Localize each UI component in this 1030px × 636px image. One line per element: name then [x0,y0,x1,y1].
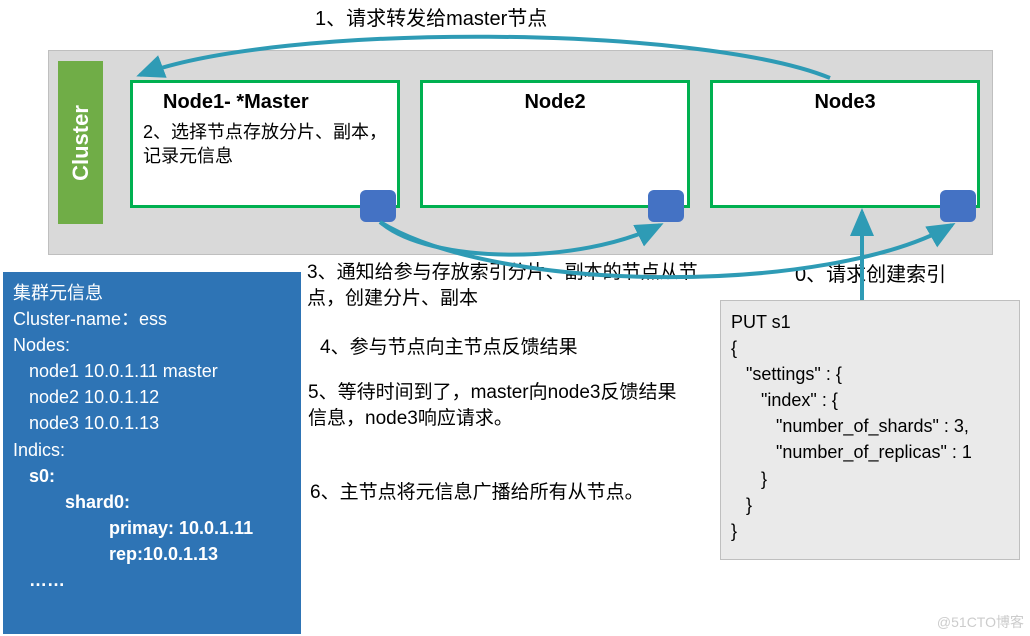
shard-square-2 [648,190,684,222]
info-primary: primay: 10.0.1.11 [13,515,291,541]
info-node2: node2 10.0.1.12 [13,384,291,410]
cluster-label-tab: Cluster [58,61,103,224]
shard-square-3 [940,190,976,222]
info-node1: node1 10.0.1.11 master [13,358,291,384]
node1-body: 2、选择节点存放分片、副本，记录元信息 [143,120,387,169]
step1-label: 1、请求转发给master节点 [315,2,547,31]
step0-label: 0、请求创建索引 [795,262,946,289]
info-node3: node3 10.0.1.13 [13,410,291,436]
step5-label: 5、等待时间到了，master向node3反馈结果信息，node3响应请求。 [308,380,688,431]
info-rep: rep:10.0.1.13 [13,541,291,567]
cluster-info-box: 集群元信息 Cluster-name：ess Nodes: node1 10.0… [3,272,301,634]
shard-square-1 [360,190,396,222]
node2-title: Node2 [433,91,677,114]
info-indics-label: Indics: [13,437,291,463]
node3-box: Node3 [710,80,980,208]
info-s0: s0: [13,463,291,489]
code-box: PUT s1 { "settings" : { "index" : { "num… [720,300,1020,560]
node2-box: Node2 [420,80,690,208]
step4-label: 4、参与节点向主节点反馈结果 [320,335,690,361]
info-shard: shard0: [13,489,291,515]
info-nodes-label: Nodes: [13,332,291,358]
info-title: 集群元信息 [13,280,291,306]
info-cluster-name: Cluster-name：ess [13,306,291,332]
info-more: …… [13,567,291,593]
node3-title: Node3 [723,91,967,114]
watermark: @51CTO博客 [937,612,1024,632]
step6-label: 6、主节点将元信息广播给所有从节点。 [310,480,680,506]
step3-label: 3、通知给参与存放索引分片、副本的节点从节点，创建分片、副本 [307,260,727,311]
node1-title: Node1- *Master [143,91,387,114]
node1-box: Node1- *Master 2、选择节点存放分片、副本，记录元信息 [130,80,400,208]
cluster-label-text: Cluster [68,105,94,181]
